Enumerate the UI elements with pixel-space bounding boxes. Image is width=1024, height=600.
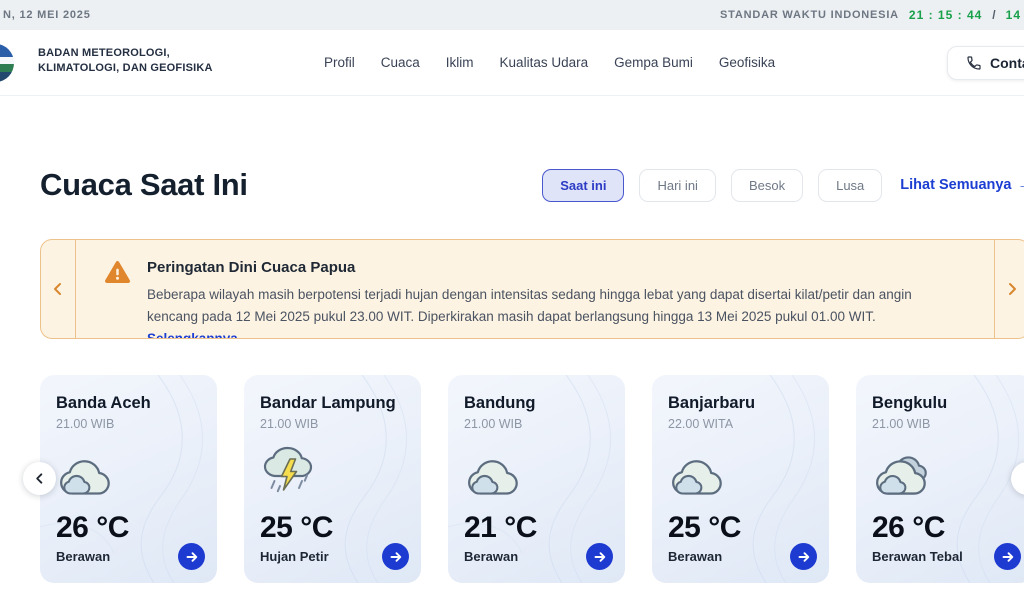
card-detail-button[interactable] bbox=[790, 543, 817, 570]
card-local-time: 21.00 WIB bbox=[872, 417, 1017, 431]
tab-besok[interactable]: Besok bbox=[731, 169, 803, 202]
card-temperature: 26 °C bbox=[872, 511, 1017, 545]
card-local-time: 21.00 WIB bbox=[260, 417, 405, 431]
card-local-time: 22.00 WITA bbox=[668, 417, 813, 431]
card-condition: Berawan Tebal bbox=[872, 549, 963, 564]
weather-card-banda-aceh[interactable]: Banda Aceh 21.00 WIB 26 °C Berawan bbox=[40, 375, 217, 583]
nav-item-cuaca[interactable]: Cuaca bbox=[381, 55, 420, 70]
clock-secondary: 14 bbox=[1006, 8, 1021, 22]
weather-card-bandung[interactable]: Bandung 21.00 WIB 21 °C Berawan bbox=[448, 375, 625, 583]
card-temperature: 21 °C bbox=[464, 511, 609, 545]
card-local-time: 21.00 WIB bbox=[56, 417, 201, 431]
page-title: Cuaca Saat Ini bbox=[40, 167, 248, 203]
org-name-line1: BADAN METEOROLOGI, bbox=[38, 46, 213, 61]
contact-button[interactable]: Contact bbox=[947, 46, 1024, 80]
card-city: Banda Aceh bbox=[56, 394, 201, 413]
arrow-right-icon bbox=[1001, 550, 1015, 564]
card-temperature: 25 °C bbox=[260, 511, 405, 545]
card-city: Bengkulu bbox=[872, 394, 1017, 413]
alert-title: Peringatan Dini Cuaca Papua bbox=[147, 259, 932, 276]
card-condition: Hujan Petir bbox=[260, 549, 329, 564]
alert-prev-button[interactable] bbox=[41, 240, 76, 338]
forecast-tabs: Saat ini Hari ini Besok Lusa Lihat Semua… bbox=[542, 169, 1024, 202]
weather-card-bandar-lampung[interactable]: Bandar Lampung 21.00 WIB 25 °C Hujan Pet… bbox=[244, 375, 421, 583]
clock-wib: 21 : 15 : 44 bbox=[909, 8, 982, 22]
current-date: N, 12 MEI 2025 bbox=[3, 9, 91, 21]
arrow-right-icon bbox=[389, 550, 403, 564]
clock-separator: / bbox=[992, 8, 995, 22]
nav-item-iklim[interactable]: Iklim bbox=[446, 55, 474, 70]
org-name: BADAN METEOROLOGI, KLIMATOLOGI, DAN GEOF… bbox=[38, 46, 213, 77]
card-temperature: 25 °C bbox=[668, 511, 813, 545]
nav-item-kualitas-udara[interactable]: Kualitas Udara bbox=[500, 55, 589, 70]
alert-text-block: Peringatan Dini Cuaca Papua Beberapa wil… bbox=[147, 259, 932, 338]
site-header: BADAN METEOROLOGI, KLIMATOLOGI, DAN GEOF… bbox=[0, 30, 1024, 96]
carousel-prev-button[interactable] bbox=[23, 462, 56, 495]
thick-clouds-icon bbox=[872, 447, 1017, 501]
chevron-left-icon bbox=[51, 282, 65, 296]
standard-time-label: STANDAR WAKTU INDONESIA bbox=[720, 9, 899, 21]
org-name-line2: KLIMATOLOGI, DAN GEOFISIKA bbox=[38, 61, 213, 76]
card-detail-button[interactable] bbox=[586, 543, 613, 570]
weather-card-bengkulu[interactable]: Bengkulu 21.00 WIB 26 °C Berawan Tebal bbox=[856, 375, 1024, 583]
city-weather-carousel: Banda Aceh 21.00 WIB 26 °C Berawan bbox=[0, 375, 1024, 583]
chevron-left-icon bbox=[33, 472, 46, 485]
main-nav: Profil Cuaca Iklim Kualitas Udara Gempa … bbox=[324, 30, 775, 95]
alert-next-button[interactable] bbox=[994, 240, 1024, 338]
card-detail-button[interactable] bbox=[994, 543, 1021, 570]
cloudy-icon bbox=[464, 447, 609, 501]
arrow-right-icon bbox=[185, 550, 199, 564]
warning-icon bbox=[104, 260, 131, 285]
card-condition: Berawan bbox=[464, 549, 518, 564]
alert-body: Beberapa wilayah masih berpotensi terjad… bbox=[147, 284, 932, 339]
early-warning-banner: Peringatan Dini Cuaca Papua Beberapa wil… bbox=[40, 239, 1024, 339]
standard-time-group: STANDAR WAKTU INDONESIA 21 : 15 : 44 / 1… bbox=[720, 8, 1022, 22]
card-condition: Berawan bbox=[56, 549, 110, 564]
thunderstorm-icon bbox=[260, 447, 405, 501]
utility-bar: N, 12 MEI 2025 STANDAR WAKTU INDONESIA 2… bbox=[0, 0, 1024, 30]
phone-icon bbox=[966, 55, 982, 71]
chevron-right-icon bbox=[1005, 282, 1019, 296]
tab-hari-ini[interactable]: Hari ini bbox=[639, 169, 715, 202]
alert-more-link[interactable]: Selengkapnya → bbox=[147, 331, 255, 339]
arrow-right-icon bbox=[593, 550, 607, 564]
cloudy-icon bbox=[668, 447, 813, 501]
arrow-right-icon: → bbox=[1018, 177, 1024, 193]
card-detail-button[interactable] bbox=[178, 543, 205, 570]
arrow-right-icon bbox=[797, 550, 811, 564]
see-all-link[interactable]: Lihat Semuanya → bbox=[900, 177, 1024, 193]
contact-label: Contact bbox=[990, 55, 1024, 71]
card-detail-button[interactable] bbox=[382, 543, 409, 570]
card-city: Bandar Lampung bbox=[260, 394, 405, 413]
card-city: Banjarbaru bbox=[668, 394, 813, 413]
bmkg-weather-page: N, 12 MEI 2025 STANDAR WAKTU INDONESIA 2… bbox=[0, 0, 1024, 600]
card-local-time: 21.00 WIB bbox=[464, 417, 609, 431]
bmkg-logo bbox=[0, 44, 14, 82]
nav-item-profil[interactable]: Profil bbox=[324, 55, 355, 70]
nav-item-gempa-bumi[interactable]: Gempa Bumi bbox=[614, 55, 693, 70]
tab-lusa[interactable]: Lusa bbox=[818, 169, 882, 202]
cloudy-icon bbox=[56, 447, 201, 501]
nav-item-geofisika[interactable]: Geofisika bbox=[719, 55, 775, 70]
tab-saat-ini[interactable]: Saat ini bbox=[542, 169, 624, 202]
weather-card-banjarbaru[interactable]: Banjarbaru 22.00 WITA 25 °C Berawan bbox=[652, 375, 829, 583]
card-temperature: 26 °C bbox=[56, 511, 201, 545]
card-condition: Berawan bbox=[668, 549, 722, 564]
card-city: Bandung bbox=[464, 394, 609, 413]
